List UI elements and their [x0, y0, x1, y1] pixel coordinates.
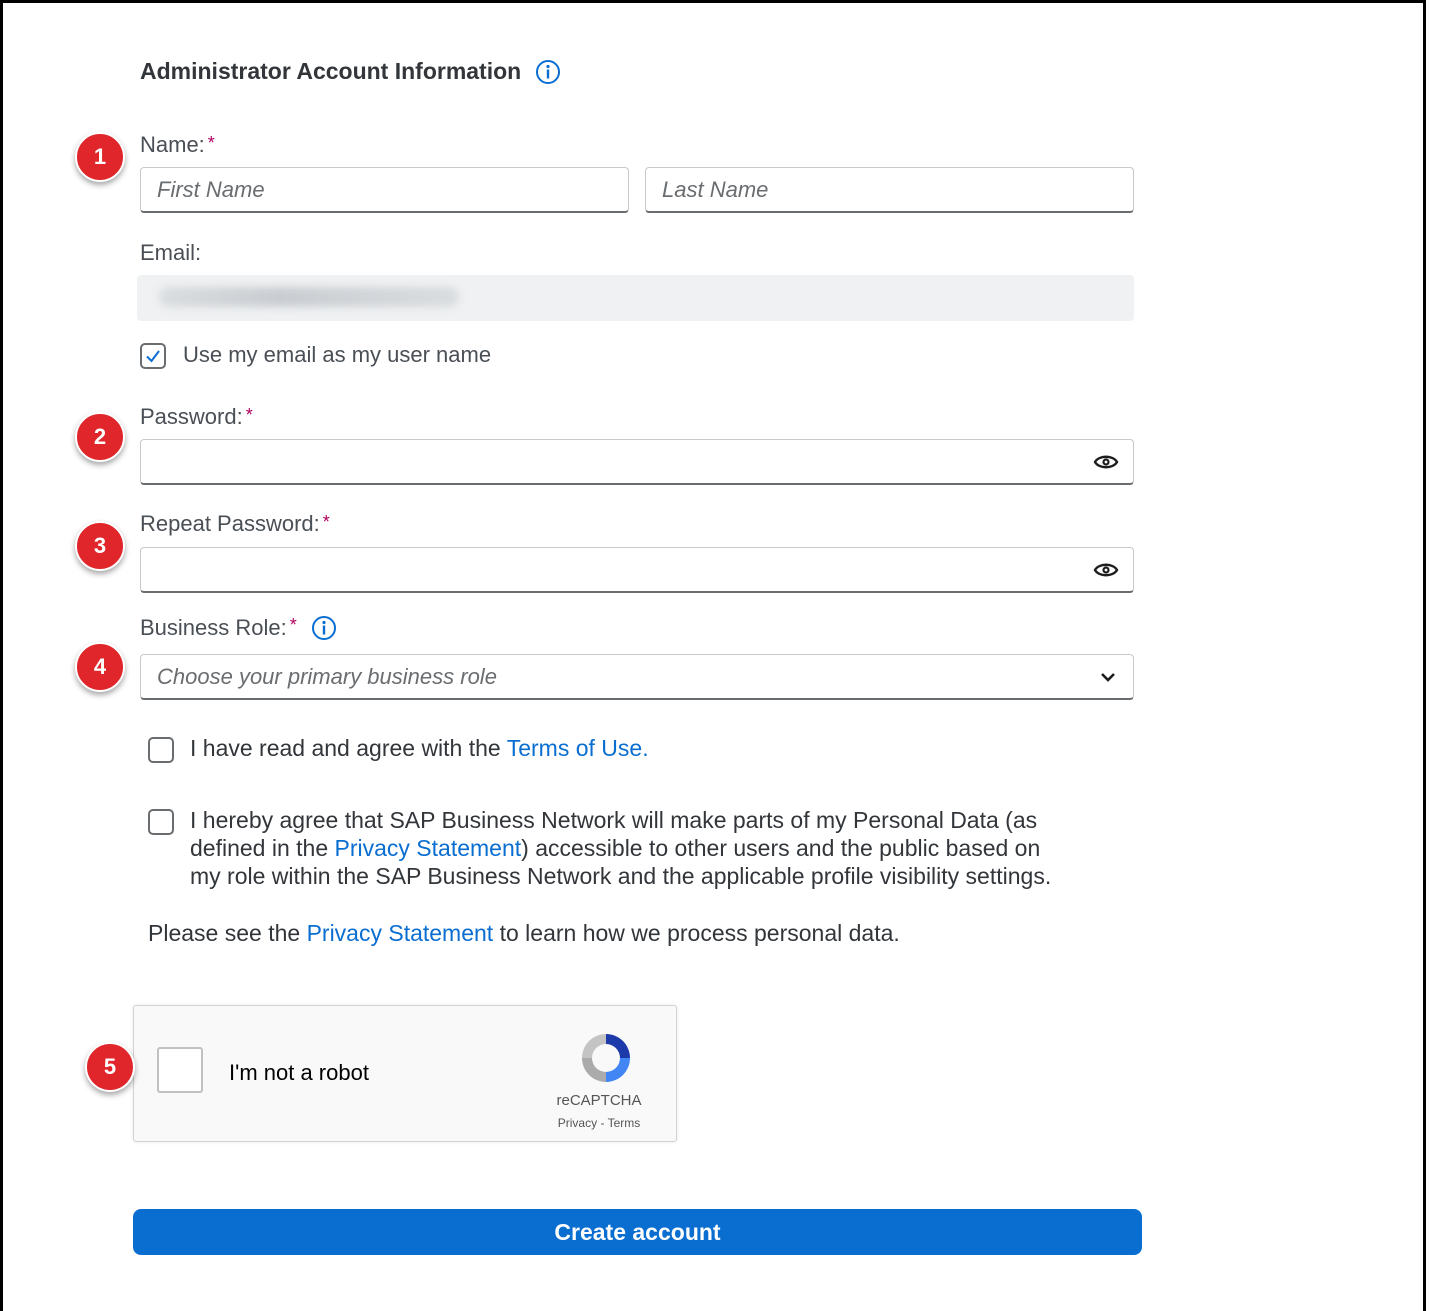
email-value-redacted	[159, 287, 459, 307]
recaptcha-privacy-link[interactable]: Privacy	[558, 1116, 597, 1130]
business-role-label-text: Business Role:	[140, 615, 287, 640]
create-account-button[interactable]: Create account	[133, 1209, 1142, 1255]
show-repeat-password-eye-icon[interactable]	[1092, 556, 1120, 584]
terms-text: I have read and agree with the Terms of …	[190, 734, 649, 762]
password-input[interactable]	[140, 439, 1134, 485]
personal-data-line-1: I hereby agree that SAP Business Network…	[190, 807, 1038, 833]
business-role-placeholder: Choose your primary business role	[157, 663, 497, 689]
terms-suffix: .	[642, 735, 649, 761]
business-role-select[interactable]: Choose your primary business role	[140, 654, 1134, 700]
repeat-password-label: Repeat Password: *	[140, 511, 330, 537]
recaptcha-widget: I'm not a robot reCAPTCHA Privacy - Term…	[133, 1005, 677, 1142]
step-badge-3: 3	[75, 521, 125, 571]
repeat-password-input[interactable]	[140, 547, 1134, 593]
repeat-password-label-text: Repeat Password:	[140, 511, 320, 536]
terms-checkbox[interactable]	[148, 737, 174, 763]
privacy-note-prefix: Please see the	[148, 920, 307, 946]
chevron-down-icon	[1101, 672, 1115, 682]
last-name-input[interactable]	[645, 167, 1134, 213]
recaptcha-terms-link[interactable]: Terms	[608, 1116, 641, 1130]
password-label-text: Password:	[140, 404, 243, 429]
repeat-password-input-wrap	[140, 547, 1134, 593]
required-mark: *	[207, 133, 215, 153]
terms-prefix: I have read and agree with the	[190, 735, 507, 761]
recaptcha-separator: -	[597, 1116, 608, 1130]
personal-data-line-3: my role within the SAP Business Network …	[190, 863, 1052, 889]
section-title: Administrator Account Information	[140, 58, 561, 85]
business-role-label: Business Role: *	[140, 615, 337, 641]
terms-of-use-link[interactable]: Terms of Use	[507, 735, 642, 761]
first-name-input[interactable]	[140, 167, 629, 213]
show-password-eye-icon[interactable]	[1092, 448, 1120, 476]
required-mark: *	[245, 405, 253, 425]
required-mark: *	[322, 512, 330, 532]
info-icon[interactable]	[535, 59, 561, 85]
recaptcha-brand: reCAPTCHA	[556, 1092, 642, 1109]
privacy-note: Please see the Privacy Statement to lear…	[148, 919, 900, 947]
name-label-text: Name:	[140, 132, 205, 157]
name-label: Name: *	[140, 132, 215, 158]
personal-data-line-2-prefix: defined in the	[190, 835, 335, 861]
step-badge-1: 1	[75, 132, 125, 182]
step-badge-5: 5	[85, 1042, 135, 1092]
email-field	[137, 275, 1134, 321]
recaptcha-logo-icon	[574, 1026, 638, 1090]
use-email-label: Use my email as my user name	[183, 342, 492, 367]
recaptcha-label: I'm not a robot	[229, 1060, 369, 1085]
checkmark-icon	[146, 350, 160, 363]
privacy-statement-link-2[interactable]: Privacy Statement	[307, 920, 494, 946]
step-badge-2: 2	[75, 412, 125, 462]
email-label: Email:	[140, 240, 202, 265]
personal-data-checkbox[interactable]	[148, 809, 174, 835]
use-email-checkbox[interactable]	[140, 343, 166, 369]
business-role-info-icon[interactable]	[311, 615, 337, 641]
privacy-note-suffix: to learn how we process personal data.	[493, 920, 900, 946]
password-label: Password: *	[140, 404, 253, 430]
step-badge-4: 4	[75, 642, 125, 692]
privacy-statement-link-1[interactable]: Privacy Statement	[335, 835, 522, 861]
section-title-text: Administrator Account Information	[140, 58, 522, 84]
personal-data-line-2-suffix: ) accessible to other users and the publ…	[521, 835, 1041, 861]
recaptcha-checkbox[interactable]	[157, 1047, 203, 1093]
recaptcha-links: Privacy - Terms	[534, 1116, 664, 1130]
password-input-wrap	[140, 439, 1134, 485]
required-mark: *	[289, 614, 297, 635]
personal-data-text: I hereby agree that SAP Business Network…	[190, 806, 1051, 890]
personal-data-line-2: defined in the Privacy Statement) access…	[190, 834, 1051, 862]
